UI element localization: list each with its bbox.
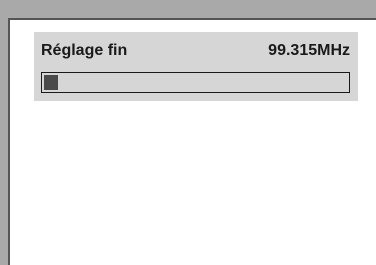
fine-tuning-slider[interactable]: [41, 72, 350, 93]
fine-tuning-slider-fill: [44, 75, 58, 90]
tv-screen: Réglage fin 99.315MHz: [8, 18, 376, 265]
fine-tuning-panel: Réglage fin 99.315MHz: [34, 32, 358, 101]
frequency-readout: 99.315MHz: [268, 42, 350, 59]
fine-tuning-label: Réglage fin: [41, 42, 128, 59]
